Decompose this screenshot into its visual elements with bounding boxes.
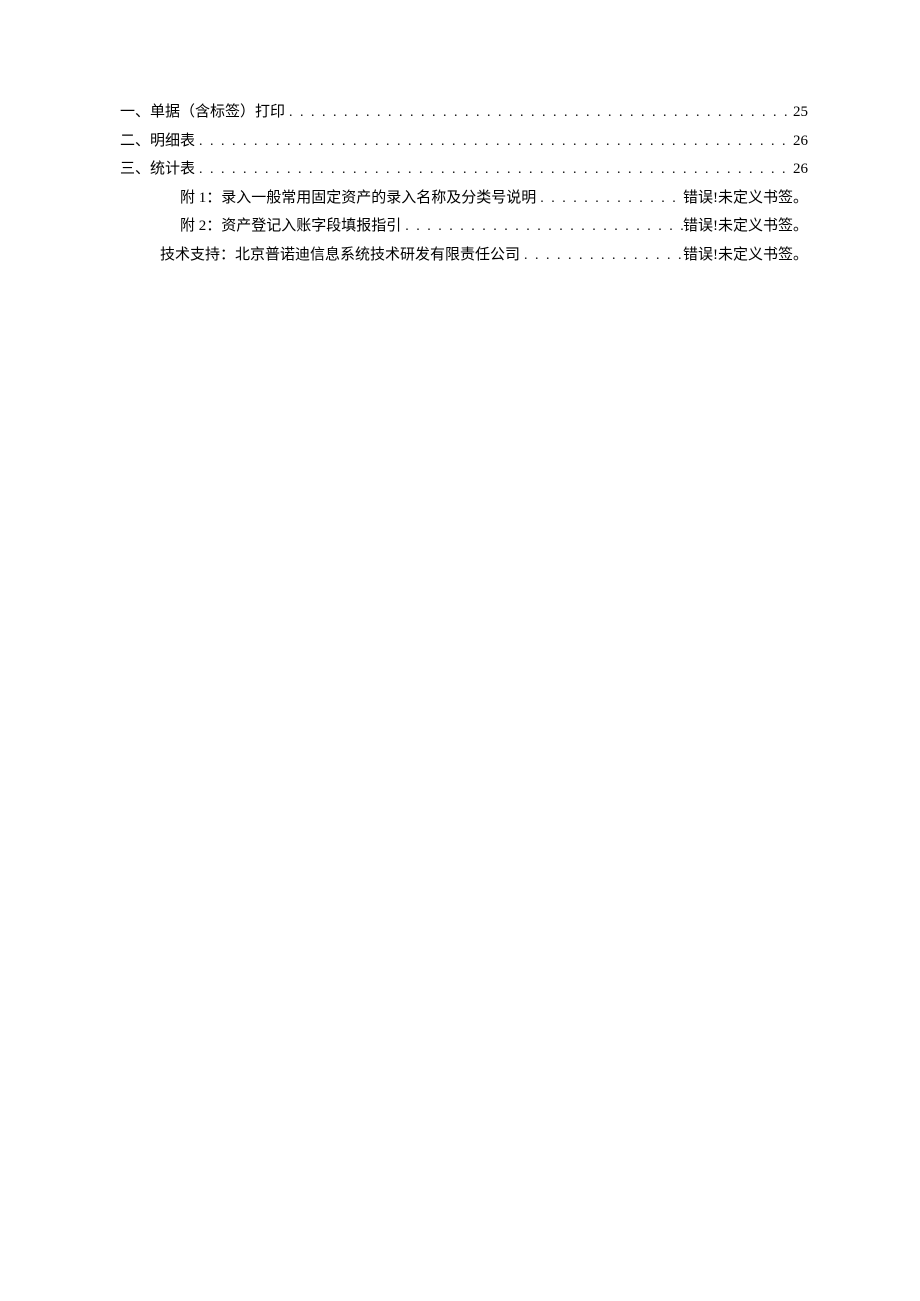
toc-entry: 三、统计表 26 — [120, 155, 808, 184]
toc-entry-page: 26 — [793, 127, 808, 156]
toc-entry: 一、单据（含标签）打印 25 — [120, 98, 808, 127]
toc-entry-label: 三、统计表 — [120, 155, 195, 184]
toc-entry-page: 26 — [793, 155, 808, 184]
toc-entry-page: 错误!未定义书签。 — [683, 212, 808, 241]
toc-entry-label: 一、单据（含标签）打印 — [120, 98, 285, 127]
toc-entry: 二、明细表 26 — [120, 127, 808, 156]
toc-entry-page: 错误!未定义书签。 — [683, 241, 808, 270]
toc-leader-dots — [195, 157, 793, 184]
toc-leader-dots — [285, 100, 793, 127]
toc-leader-dots — [536, 186, 683, 213]
toc-entry-label: 附 1：录入一般常用固定资产的录入名称及分类号说明 — [180, 184, 536, 213]
toc-entry: 附 2：资产登记入账字段填报指引 错误!未定义书签。 — [120, 212, 808, 241]
toc-entry: 附 1：录入一般常用固定资产的录入名称及分类号说明 错误!未定义书签。 — [120, 184, 808, 213]
toc-entry-label: 二、明细表 — [120, 127, 195, 156]
table-of-contents: 一、单据（含标签）打印 25 二、明细表 26 三、统计表 26 附 1：录入一… — [120, 98, 808, 270]
toc-leader-dots — [520, 243, 683, 270]
toc-entry-page: 25 — [793, 98, 808, 127]
toc-entry-label: 技术支持：北京普诺迪信息系统技术研发有限责任公司 — [160, 241, 520, 270]
toc-entry: 技术支持：北京普诺迪信息系统技术研发有限责任公司 错误!未定义书签。 — [120, 241, 808, 270]
toc-leader-dots — [401, 214, 683, 241]
toc-entry-label: 附 2：资产登记入账字段填报指引 — [180, 212, 401, 241]
toc-leader-dots — [195, 129, 793, 156]
toc-entry-page: 错误!未定义书签。 — [683, 184, 808, 213]
